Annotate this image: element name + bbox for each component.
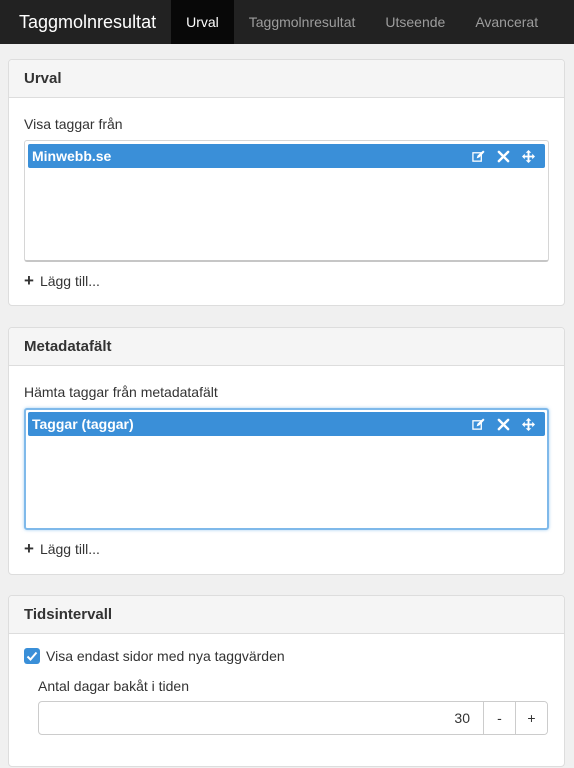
move-icon[interactable] [522, 417, 535, 431]
list-item[interactable]: Taggar (taggar) [28, 412, 545, 436]
navbar-brand[interactable]: Taggmolnresultat [0, 0, 171, 44]
plus-icon: + [24, 271, 34, 290]
tab-urval[interactable]: Urval [171, 0, 234, 44]
list-item-label: Minwebb.se [32, 148, 112, 164]
tab-utseende[interactable]: Utseende [370, 0, 460, 44]
metadata-add-label: Lägg till... [39, 540, 100, 557]
days-stepper: 30 - + [38, 701, 548, 735]
edit-icon[interactable] [472, 149, 485, 163]
urval-listbox[interactable]: Minwebb.se [24, 140, 549, 262]
new-tags-checkbox-label: Visa endast sidor med nya taggvärden [46, 648, 285, 664]
top-navbar: Taggmolnresultat Urval Taggmolnresultat … [0, 0, 574, 44]
urval-add-button[interactable]: + Lägg till... [24, 272, 549, 289]
tab-taggmolnresultat[interactable]: Taggmolnresultat [234, 0, 371, 44]
remove-icon[interactable] [497, 150, 510, 163]
days-label: Antal dagar bakåt i tiden [38, 678, 189, 694]
metadata-heading: Metadatafält [9, 328, 564, 366]
remove-icon[interactable] [497, 418, 510, 431]
metadata-panel: Metadatafält Hämta taggar från metadataf… [8, 327, 565, 575]
urval-panel: Urval Visa taggar från Minwebb.se + Lägg… [8, 59, 565, 306]
move-icon[interactable] [522, 149, 535, 163]
tidsintervall-heading: Tidsintervall [9, 596, 564, 634]
new-tags-checkbox[interactable] [24, 648, 40, 664]
metadata-field-label: Hämta taggar från metadatafält [24, 384, 218, 400]
days-decrement-button[interactable]: - [483, 702, 515, 734]
urval-add-label: Lägg till... [39, 272, 100, 289]
checkmark-icon [26, 651, 38, 661]
plus-icon: + [24, 539, 34, 558]
days-increment-button[interactable]: + [515, 702, 547, 734]
urval-heading: Urval [9, 60, 564, 98]
new-tags-checkbox-row[interactable]: Visa endast sidor med nya taggvärden [24, 648, 549, 664]
urval-field-label: Visa taggar från [24, 116, 123, 132]
edit-icon[interactable] [472, 417, 485, 431]
days-input[interactable]: 30 [39, 702, 483, 734]
main-content: Urval Visa taggar från Minwebb.se + Lägg… [0, 44, 574, 768]
metadata-listbox[interactable]: Taggar (taggar) [24, 408, 549, 530]
list-item[interactable]: Minwebb.se [28, 144, 545, 168]
metadata-add-button[interactable]: + Lägg till... [24, 540, 549, 557]
tidsintervall-panel: Tidsintervall Visa endast sidor med nya … [8, 595, 565, 767]
list-item-label: Taggar (taggar) [32, 416, 134, 432]
tab-avancerat[interactable]: Avancerat [460, 0, 553, 44]
